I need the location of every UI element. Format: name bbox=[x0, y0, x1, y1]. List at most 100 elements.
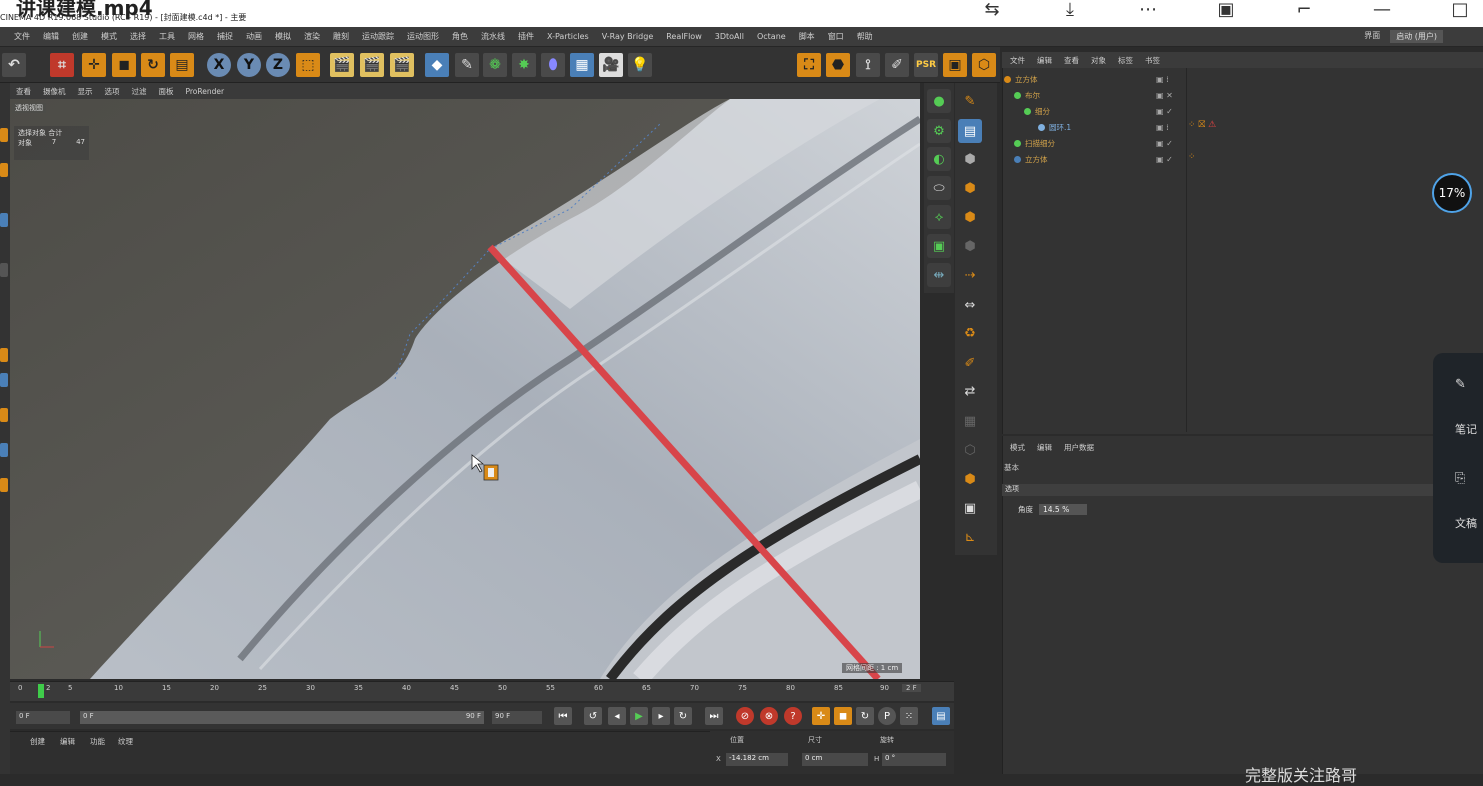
key-pla-icon[interactable]: ⁙ bbox=[900, 707, 918, 725]
rotate-icon[interactable]: ↻ bbox=[141, 53, 165, 77]
brush-icon[interactable]: ✎ bbox=[958, 89, 982, 113]
obj-menu-item[interactable]: 编辑 bbox=[1037, 55, 1052, 66]
material-icon[interactable]: ◐ bbox=[927, 147, 951, 171]
texture-icon[interactable]: ▣ bbox=[958, 496, 982, 520]
scale-icon[interactable]: ◼ bbox=[112, 53, 136, 77]
pip-icon[interactable]: ▣ bbox=[1213, 1, 1239, 19]
playhead[interactable] bbox=[38, 684, 44, 698]
object-mode-icon[interactable]: ▣ bbox=[943, 53, 967, 77]
align-icon[interactable]: ⇔ bbox=[958, 293, 982, 317]
cube-orange-icon[interactable]: ⬢ bbox=[958, 176, 982, 200]
visibility-icon[interactable]: ▣ ⁞ bbox=[1156, 75, 1169, 84]
cube-icon[interactable]: ⬢ bbox=[958, 467, 982, 491]
menu-item[interactable]: 运动图形 bbox=[407, 31, 439, 42]
attribute-tab[interactable]: 选项 bbox=[1002, 484, 1483, 496]
menu-item[interactable]: 模式 bbox=[101, 31, 117, 42]
tree-row[interactable]: 立方体 ▣ ⁞ bbox=[1004, 72, 1184, 87]
capsule-icon[interactable]: ⬭ bbox=[927, 176, 951, 200]
viewport-menu-item[interactable]: 查看 bbox=[16, 86, 31, 97]
render-view-icon[interactable]: 🎬 bbox=[330, 53, 354, 77]
snap-icon[interactable]: ⬣ bbox=[826, 53, 850, 77]
doc-icon[interactable]: ⎘ bbox=[1455, 471, 1465, 486]
obj-menu-item[interactable]: 文件 bbox=[1010, 55, 1025, 66]
menu-item[interactable]: 雕刻 bbox=[333, 31, 349, 42]
menu-item[interactable]: 3DtoAll bbox=[715, 32, 744, 41]
pen-icon[interactable]: ✎ bbox=[455, 53, 479, 77]
minimize-icon[interactable]: — bbox=[1369, 1, 1395, 19]
key-scale-icon[interactable]: ◼ bbox=[834, 707, 852, 725]
attr-menu-item[interactable]: 用户数据 bbox=[1064, 442, 1094, 453]
frame-range-slider[interactable]: 0 F 90 F bbox=[80, 711, 484, 724]
cube-orange-icon[interactable]: ⬢ bbox=[958, 205, 982, 229]
note-label[interactable]: 笔记 bbox=[1455, 421, 1477, 437]
obj-menu-item[interactable]: 对象 bbox=[1091, 55, 1106, 66]
material-menu-item[interactable]: 功能 bbox=[90, 736, 105, 747]
key-move-icon[interactable]: ✛ bbox=[812, 707, 830, 725]
shape-disabled-icon[interactable]: ⬡ bbox=[958, 438, 982, 462]
visibility-icon[interactable]: ▣ ✓ bbox=[1156, 107, 1173, 116]
mode-icon[interactable] bbox=[0, 373, 8, 387]
next-frame-icon[interactable]: ▸ bbox=[652, 707, 670, 725]
polygon-icon[interactable]: ⬢ bbox=[958, 147, 982, 171]
doc-label[interactable]: 文稿 bbox=[1455, 515, 1477, 531]
recycle-icon[interactable]: ♻ bbox=[958, 321, 982, 345]
box-icon[interactable]: ▣ bbox=[927, 234, 951, 258]
deformer-icon[interactable]: ⬮ bbox=[541, 53, 565, 77]
viewport-solo-icon[interactable]: ⬡ bbox=[972, 53, 996, 77]
subdivision-icon[interactable]: ❁ bbox=[483, 53, 507, 77]
tree-row[interactable]: 布尔 ▣ ✕ bbox=[1004, 88, 1184, 103]
menu-item[interactable]: 帮助 bbox=[857, 31, 873, 42]
arrow-icon[interactable]: ⇢ bbox=[958, 263, 982, 287]
play-icon[interactable]: ▶ bbox=[630, 707, 648, 725]
record-icon[interactable]: ⊘ bbox=[736, 707, 754, 725]
cube-icon[interactable]: ◆ bbox=[425, 53, 449, 77]
menu-item[interactable]: 流水线 bbox=[481, 31, 505, 42]
psr-icon[interactable]: PSR bbox=[914, 53, 938, 77]
attr-menu-item[interactable]: 编辑 bbox=[1037, 442, 1052, 453]
timeline-window-icon[interactable]: ▤ bbox=[932, 707, 950, 725]
live-select-icon[interactable]: ⌗ bbox=[50, 53, 74, 77]
sphere-icon[interactable]: ● bbox=[927, 89, 951, 113]
menu-item[interactable]: 文件 bbox=[14, 31, 30, 42]
autokey-icon[interactable]: ⊗ bbox=[760, 707, 778, 725]
grid-disabled-icon[interactable]: ▦ bbox=[958, 409, 982, 433]
layout-dropdown[interactable]: 启动 (用户) bbox=[1390, 30, 1443, 43]
key-rotate-icon[interactable]: ↻ bbox=[856, 707, 874, 725]
current-frame-field[interactable]: 0 F bbox=[16, 711, 70, 724]
lock-icon[interactable]: ✐ bbox=[885, 53, 909, 77]
coordinate-system-icon[interactable]: ⬚ bbox=[296, 53, 320, 77]
menu-item[interactable]: 渲染 bbox=[304, 31, 320, 42]
viewport-menu-item[interactable]: 显示 bbox=[78, 86, 93, 97]
tree-row[interactable]: 扫描细分 ▣ ✓ bbox=[1004, 136, 1184, 151]
spline-icon[interactable]: ⟡ bbox=[927, 205, 951, 229]
viewport-menu-item[interactable]: 面板 bbox=[159, 86, 174, 97]
mode-icon[interactable] bbox=[0, 263, 8, 277]
render-picture-viewer-icon[interactable]: 🎬 bbox=[360, 53, 384, 77]
menu-item[interactable]: 网格 bbox=[188, 31, 204, 42]
menu-item[interactable]: 工具 bbox=[159, 31, 175, 42]
menu-item[interactable]: 选择 bbox=[130, 31, 146, 42]
help-key-icon[interactable]: ? bbox=[784, 707, 802, 725]
undo-icon[interactable]: ↶ bbox=[2, 53, 26, 77]
visibility-icon[interactable]: ▣ ✓ bbox=[1156, 155, 1173, 164]
light-icon[interactable]: 💡 bbox=[628, 53, 652, 77]
tree-row[interactable]: 细分 ▣ ✓ bbox=[1004, 104, 1184, 119]
menu-item[interactable]: 动画 bbox=[246, 31, 262, 42]
goto-start-icon[interactable]: ⏮ bbox=[554, 707, 572, 725]
menu-item[interactable]: 运动跟踪 bbox=[362, 31, 394, 42]
z-axis-icon[interactable]: Z bbox=[266, 53, 290, 77]
tree-row[interactable]: 圆环.1 ▣ ⁞ bbox=[1004, 120, 1184, 135]
viewport-menu-item[interactable]: ProRender bbox=[186, 87, 225, 96]
note-icon[interactable]: ✎ bbox=[1455, 377, 1466, 392]
menu-item[interactable]: 角色 bbox=[452, 31, 468, 42]
menu-item[interactable]: X-Particles bbox=[547, 32, 589, 41]
menu-item[interactable]: V-Ray Bridge bbox=[602, 32, 654, 41]
move-icon[interactable]: ✛ bbox=[82, 53, 106, 77]
next-key-icon[interactable]: ↻ bbox=[674, 707, 692, 725]
menu-item[interactable]: 窗口 bbox=[828, 31, 844, 42]
obj-menu-item[interactable]: 标签 bbox=[1118, 55, 1133, 66]
polygon-disabled-icon[interactable]: ⬢ bbox=[958, 234, 982, 258]
obj-menu-item[interactable]: 查看 bbox=[1064, 55, 1079, 66]
recent-tool-icon[interactable]: ▤ bbox=[170, 53, 194, 77]
mode-icon[interactable] bbox=[0, 408, 8, 422]
